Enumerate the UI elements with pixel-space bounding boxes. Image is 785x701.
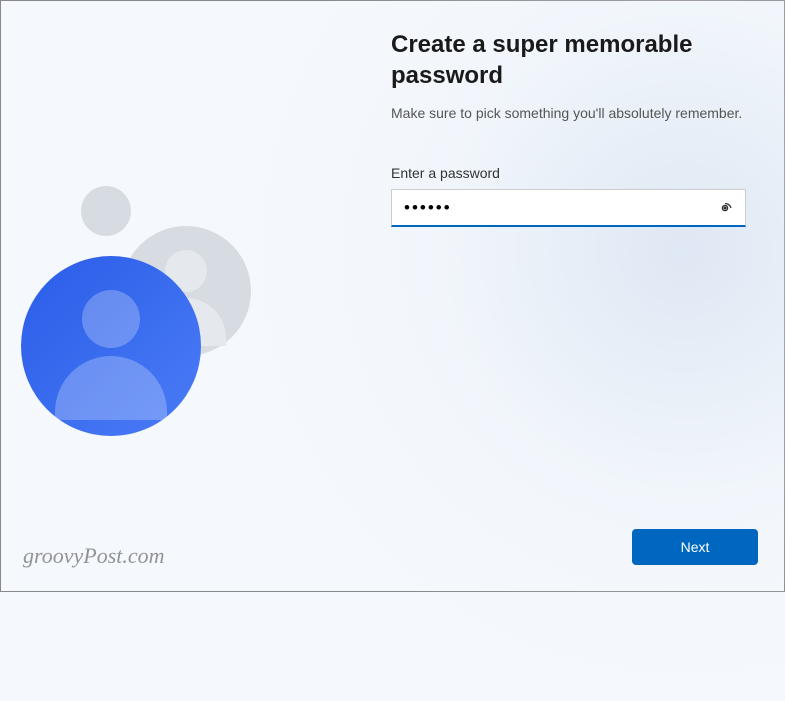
main-content: Create a super memorable password Make s… — [391, 29, 746, 227]
watermark-text: groovyPost.com — [23, 543, 165, 569]
password-field-wrapper — [391, 189, 746, 227]
avatar-large — [21, 256, 201, 436]
eye-icon — [716, 198, 734, 216]
page-subtitle: Make sure to pick something you'll absol… — [391, 105, 746, 121]
avatar-small-circle — [81, 186, 131, 236]
password-input[interactable] — [391, 189, 746, 227]
user-illustration — [21, 176, 301, 426]
page-title: Create a super memorable password — [391, 29, 746, 91]
password-field-label: Enter a password — [391, 165, 746, 181]
reveal-password-button[interactable] — [712, 194, 738, 223]
next-button[interactable]: Next — [632, 529, 758, 565]
